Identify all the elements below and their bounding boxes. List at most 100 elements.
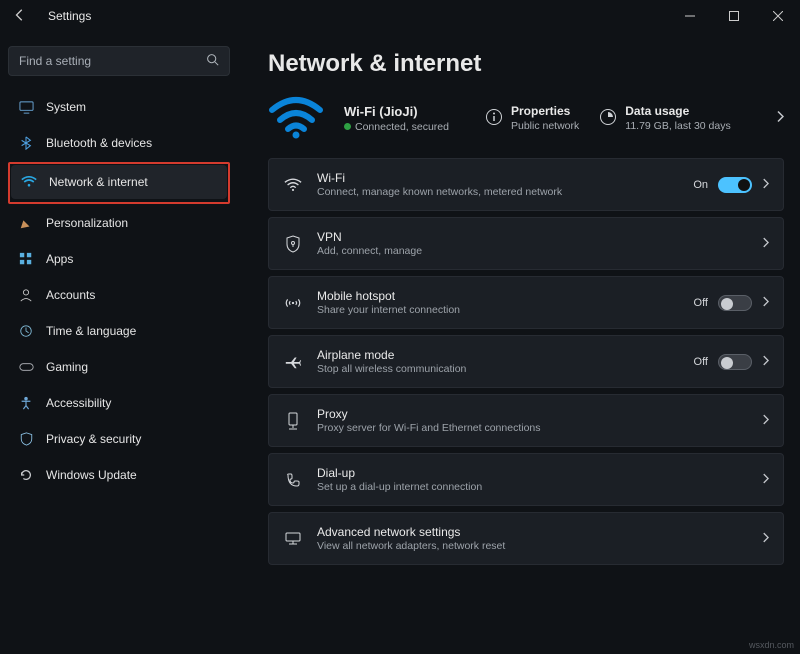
apps-icon xyxy=(18,251,34,267)
card-subtitle: Add, connect, manage xyxy=(317,245,748,257)
setting-dialup[interactable]: Dial-up Set up a dial-up internet connec… xyxy=(268,453,784,506)
sidebar-item-label: Accounts xyxy=(46,288,95,302)
main-content: Network & internet Wi-Fi (JioJi) Connect… xyxy=(238,32,800,654)
chevron-right-icon xyxy=(762,355,769,369)
advanced-network-icon xyxy=(283,531,303,547)
card-title: Dial-up xyxy=(317,466,748,480)
card-subtitle: View all network adapters, network reset xyxy=(317,540,748,552)
system-icon xyxy=(18,99,34,115)
window-title: Settings xyxy=(48,9,91,23)
watermark: wsxdn.com xyxy=(749,640,794,650)
properties-value: Public network xyxy=(511,120,579,132)
dialup-icon xyxy=(283,472,303,488)
search-placeholder: Find a setting xyxy=(19,54,91,68)
sidebar-item-label: Personalization xyxy=(46,216,128,230)
wifi-large-icon xyxy=(268,96,324,140)
toggle-state-label: Off xyxy=(694,356,708,368)
card-title: Proxy xyxy=(317,407,748,421)
hotspot-toggle[interactable] xyxy=(718,295,752,311)
card-subtitle: Stop all wireless communication xyxy=(317,363,680,375)
data-usage-value: 11.79 GB, last 30 days xyxy=(625,120,730,132)
sidebar-item-privacy[interactable]: Privacy & security xyxy=(8,422,230,456)
setting-airplane-mode[interactable]: Airplane mode Stop all wireless communic… xyxy=(268,335,784,388)
search-icon xyxy=(206,53,219,69)
chevron-right-icon xyxy=(762,296,769,310)
card-subtitle: Set up a dial-up internet connection xyxy=(317,481,748,493)
connected-dot-icon xyxy=(344,123,351,130)
sidebar-item-label: Bluetooth & devices xyxy=(46,136,152,150)
page-title: Network & internet xyxy=(268,50,784,78)
toggle-state-label: On xyxy=(693,179,708,191)
sidebar-item-label: Time & language xyxy=(46,324,136,338)
setting-advanced-network[interactable]: Advanced network settings View all netwo… xyxy=(268,512,784,565)
sidebar-item-label: Apps xyxy=(46,252,73,266)
setting-proxy[interactable]: Proxy Proxy server for Wi-Fi and Etherne… xyxy=(268,394,784,447)
chevron-right-icon xyxy=(762,473,769,487)
card-subtitle: Share your internet connection xyxy=(317,304,680,316)
toggle-state-label: Off xyxy=(694,297,708,309)
card-title: Airplane mode xyxy=(317,348,680,362)
search-input[interactable]: Find a setting xyxy=(8,46,230,76)
bluetooth-icon xyxy=(18,135,34,151)
sidebar-item-label: Gaming xyxy=(46,360,88,374)
setting-wifi[interactable]: Wi-Fi Connect, manage known networks, me… xyxy=(268,158,784,211)
sidebar-item-personalization[interactable]: Personalization xyxy=(8,206,230,240)
chevron-right-icon[interactable] xyxy=(776,111,784,126)
accounts-icon xyxy=(18,287,34,303)
setting-vpn[interactable]: VPN Add, connect, manage xyxy=(268,217,784,270)
shield-icon xyxy=(18,431,34,447)
chevron-right-icon xyxy=(762,532,769,546)
sidebar-item-network[interactable]: Network & internet xyxy=(11,165,227,199)
wifi-toggle[interactable] xyxy=(718,177,752,193)
vpn-icon xyxy=(283,235,303,253)
card-title: Advanced network settings xyxy=(317,525,748,539)
airplane-toggle[interactable] xyxy=(718,354,752,370)
tutorial-highlight: Network & internet xyxy=(8,162,230,204)
sidebar-item-system[interactable]: System xyxy=(8,90,230,124)
card-title: Mobile hotspot xyxy=(317,289,680,303)
chevron-right-icon xyxy=(762,414,769,428)
setting-mobile-hotspot[interactable]: Mobile hotspot Share your internet conne… xyxy=(268,276,784,329)
data-usage-block[interactable]: Data usage 11.79 GB, last 30 days xyxy=(599,104,730,132)
wifi-icon xyxy=(283,178,303,192)
sidebar-item-accounts[interactable]: Accounts xyxy=(8,278,230,312)
chevron-right-icon xyxy=(762,178,769,192)
sidebar: Find a setting System Bluetooth & device… xyxy=(0,32,238,654)
connection-status[interactable]: Wi-Fi (JioJi) Connected, secured xyxy=(344,104,449,133)
close-button[interactable] xyxy=(756,0,800,32)
accessibility-icon xyxy=(18,395,34,411)
sidebar-item-label: Accessibility xyxy=(46,396,111,410)
back-button[interactable] xyxy=(10,8,30,25)
card-subtitle: Connect, manage known networks, metered … xyxy=(317,186,679,198)
sidebar-item-accessibility[interactable]: Accessibility xyxy=(8,386,230,420)
chevron-right-icon xyxy=(762,237,769,251)
sidebar-item-time-language[interactable]: Time & language xyxy=(8,314,230,348)
sidebar-item-label: Privacy & security xyxy=(46,432,141,446)
sidebar-item-label: Windows Update xyxy=(46,468,137,482)
update-icon xyxy=(18,467,34,483)
airplane-icon xyxy=(283,354,303,370)
time-language-icon xyxy=(18,323,34,339)
properties-block[interactable]: Properties Public network xyxy=(485,104,579,132)
personalization-icon xyxy=(18,215,34,231)
card-title: VPN xyxy=(317,230,748,244)
sidebar-item-windows-update[interactable]: Windows Update xyxy=(8,458,230,492)
connection-substatus: Connected, secured xyxy=(355,121,449,133)
connection-name: Wi-Fi (JioJi) xyxy=(344,104,449,119)
sidebar-item-apps[interactable]: Apps xyxy=(8,242,230,276)
card-subtitle: Proxy server for Wi-Fi and Ethernet conn… xyxy=(317,422,748,434)
sidebar-item-label: System xyxy=(46,100,86,114)
properties-label: Properties xyxy=(511,104,579,118)
sidebar-item-label: Network & internet xyxy=(49,175,148,189)
window-caption-buttons xyxy=(668,0,800,32)
data-usage-icon xyxy=(599,108,617,129)
hotspot-icon xyxy=(283,295,303,311)
sidebar-item-gaming[interactable]: Gaming xyxy=(8,350,230,384)
maximize-button[interactable] xyxy=(712,0,756,32)
data-usage-label: Data usage xyxy=(625,104,730,118)
minimize-button[interactable] xyxy=(668,0,712,32)
proxy-icon xyxy=(283,412,303,430)
sidebar-item-bluetooth[interactable]: Bluetooth & devices xyxy=(8,126,230,160)
gaming-icon xyxy=(18,359,34,375)
wifi-icon xyxy=(21,174,37,190)
